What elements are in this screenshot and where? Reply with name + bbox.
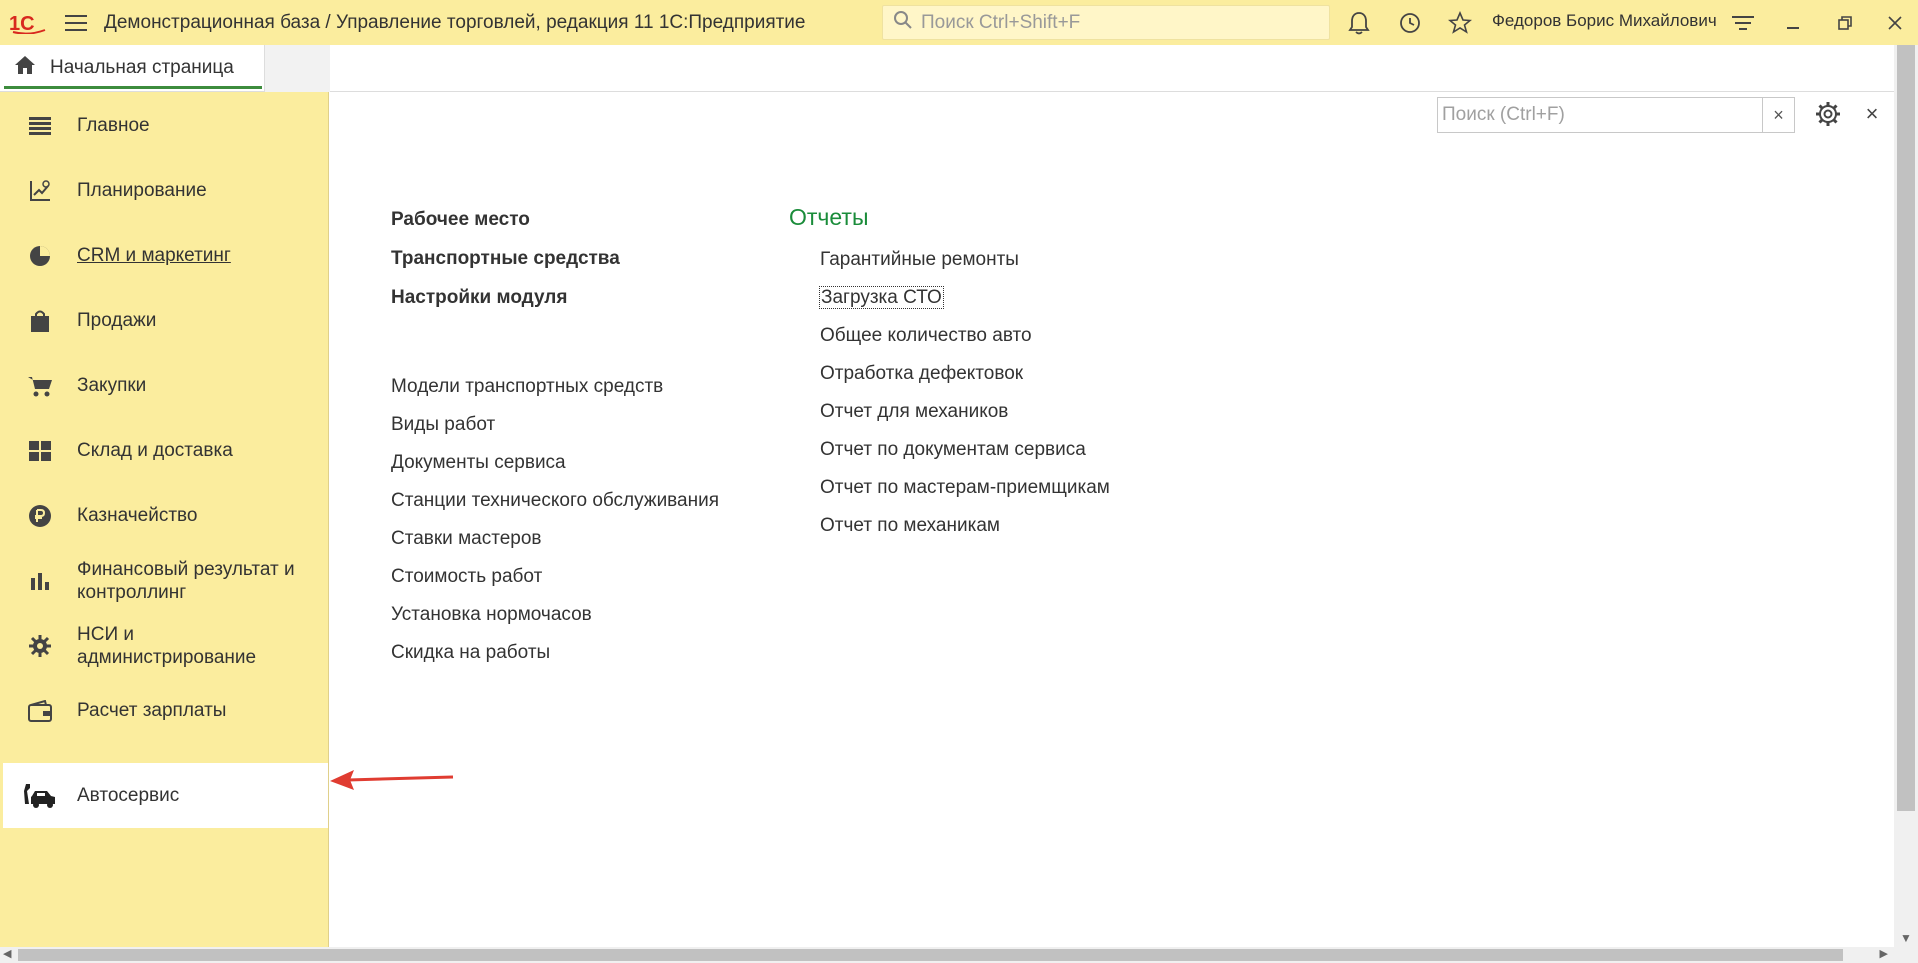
sidebar: Главное Планирование CRM и маркетинг Про… — [0, 92, 329, 947]
report-link[interactable]: Отчет для механиков — [820, 399, 1189, 437]
tab-bar-spacer — [264, 45, 330, 92]
car-service-icon — [3, 782, 77, 810]
vertical-scroll-thumb[interactable] — [1897, 45, 1915, 811]
shopping-bag-icon — [3, 309, 77, 333]
report-link[interactable]: Загрузка СТО — [819, 285, 1189, 323]
panel-close-icon[interactable]: × — [1860, 101, 1884, 126]
sidebar-item-label: Финансовый результат и контроллинг — [77, 558, 295, 603]
cart-icon — [3, 374, 77, 398]
sidebar-item-purchases[interactable]: Закупки — [3, 353, 328, 418]
sidebar-item-label: Казначейство — [77, 505, 198, 526]
global-search-placeholder: Поиск Ctrl+Shift+F — [921, 11, 1081, 33]
main-menu-icon[interactable] — [58, 0, 94, 45]
reports-column: Отчеты Гарантийные ремонты Загрузка СТО … — [789, 202, 1189, 551]
history-icon[interactable] — [1395, 8, 1425, 38]
link-vehicles[interactable]: Транспортные средства — [391, 246, 771, 285]
link-master-rates[interactable]: Ставки мастеров — [391, 526, 771, 564]
minimize-icon[interactable] — [1778, 8, 1808, 38]
reports-title: Отчеты — [789, 204, 869, 230]
sidebar-item-label: Закупки — [77, 375, 147, 396]
home-icon — [14, 55, 36, 81]
sidebar-item-label: CRM и маркетинг — [77, 245, 231, 266]
scroll-down-icon[interactable]: ▼ — [1900, 931, 1912, 945]
sidebar-item-label: Продажи — [77, 310, 157, 331]
link-service-documents[interactable]: Документы сервиса — [391, 450, 771, 488]
panel-settings-icon[interactable] — [1812, 98, 1844, 130]
ruble-coin-icon — [3, 504, 77, 528]
link-service-stations[interactable]: Станции технического обслуживания — [391, 488, 771, 526]
scroll-left-icon[interactable]: ◀ — [3, 947, 11, 960]
app-title: Демонстрационная база / Управление торго… — [104, 11, 806, 33]
link-work-discount[interactable]: Скидка на работы — [391, 640, 771, 678]
sidebar-item-autoservice[interactable]: Автосервис — [3, 763, 328, 828]
link-vehicle-models[interactable]: Модели транспортных средств — [391, 374, 771, 412]
link-work-types[interactable]: Виды работ — [391, 412, 771, 450]
user-name[interactable]: Федоров Борис Михайлович — [1492, 11, 1717, 31]
vertical-scrollbar[interactable]: ▼ — [1894, 45, 1918, 947]
sidebar-item-sales[interactable]: Продажи — [3, 288, 328, 353]
planning-chart-icon — [3, 179, 77, 203]
settings-menu-icon[interactable] — [1728, 8, 1758, 38]
gear-icon — [3, 634, 77, 658]
link-workplace[interactable]: Рабочее место — [391, 207, 771, 246]
horizontal-scrollbar[interactable]: ◀ ▶ — [0, 947, 1918, 963]
link-work-cost[interactable]: Стоимость работ — [391, 564, 771, 602]
report-link[interactable]: Гарантийные ремонты — [820, 247, 1189, 285]
report-link[interactable]: Общее количество авто — [820, 323, 1189, 361]
scroll-right-icon[interactable]: ▶ — [1880, 947, 1888, 960]
sidebar-item-planning[interactable]: Планирование — [3, 158, 328, 223]
restore-icon[interactable] — [1830, 8, 1860, 38]
panel-search-placeholder: Поиск (Ctrl+F) — [1442, 104, 1565, 125]
warehouse-grid-icon — [3, 440, 77, 462]
horizontal-scroll-thumb[interactable] — [18, 949, 1843, 961]
tab-home-label: Начальная страница — [50, 56, 234, 78]
report-link[interactable]: Отчет по механикам — [820, 513, 1189, 551]
sidebar-item-crm[interactable]: CRM и маркетинг — [3, 223, 328, 288]
link-module-settings[interactable]: Настройки модуля — [391, 285, 771, 324]
wallet-icon — [3, 699, 77, 722]
sidebar-item-label: Расчет зарплаты — [77, 700, 227, 721]
section-links-column: Рабочее место Транспортные средства Наст… — [391, 207, 771, 678]
sidebar-item-main[interactable]: Главное — [3, 93, 328, 158]
sidebar-item-payroll[interactable]: Расчет зарплаты — [3, 678, 328, 743]
window-close-icon[interactable] — [1880, 8, 1910, 38]
sidebar-item-label: Планирование — [77, 180, 207, 201]
report-link[interactable]: Отчет по документам сервиса — [820, 437, 1189, 475]
sidebar-item-label: Автосервис — [77, 785, 180, 806]
report-link-label: Загрузка СТО — [819, 286, 944, 309]
annotation-arrow-icon — [328, 760, 458, 805]
list-icon — [3, 116, 77, 136]
report-link[interactable]: Отчет по мастерам-приемщикам — [820, 475, 1189, 513]
sidebar-item-label: Главное — [77, 115, 150, 136]
sidebar-item-admin[interactable]: НСИ и администрирование — [3, 613, 328, 678]
bell-icon[interactable] — [1344, 8, 1374, 38]
pie-chart-icon — [3, 244, 77, 268]
global-search-input[interactable]: Поиск Ctrl+Shift+F — [882, 5, 1330, 40]
star-icon[interactable] — [1445, 8, 1475, 38]
tab-home[interactable]: Начальная страница — [4, 49, 262, 89]
link-standard-hours[interactable]: Установка нормочасов — [391, 602, 771, 640]
svg-text:1С: 1С — [9, 13, 35, 34]
1c-logo-icon[interactable]: 1С — [0, 0, 58, 45]
bar-chart-icon — [3, 570, 77, 592]
sidebar-item-label: НСИ и администрирование — [77, 623, 257, 668]
sidebar-item-financial-result[interactable]: Финансовый результат и контроллинг — [3, 548, 328, 613]
sidebar-item-warehouse[interactable]: Склад и доставка — [3, 418, 328, 483]
panel-search-input[interactable]: Поиск (Ctrl+F) × — [1437, 97, 1795, 133]
search-icon — [893, 10, 913, 36]
clear-search-icon[interactable]: × — [1762, 98, 1794, 132]
sidebar-item-treasury[interactable]: Казначейство — [3, 483, 328, 548]
sidebar-item-label: Склад и доставка — [77, 440, 233, 461]
report-link[interactable]: Отработка дефектовок — [820, 361, 1189, 399]
